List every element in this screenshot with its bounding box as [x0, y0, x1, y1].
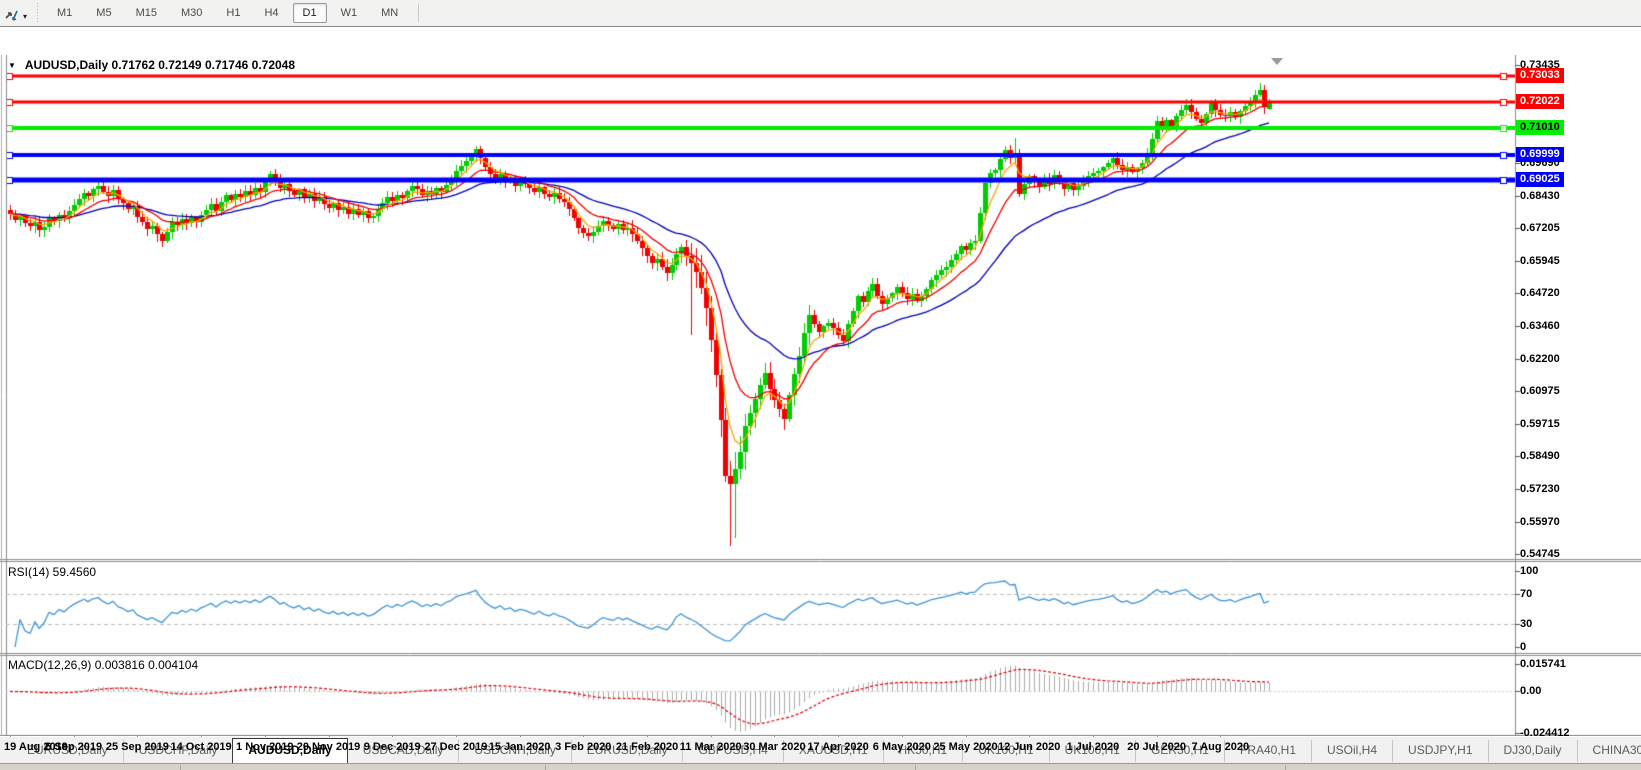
status-divider	[180, 765, 181, 770]
macd-axis-tick: 0.015741	[1520, 658, 1566, 670]
price-line-badge: 0.69025	[1516, 172, 1564, 188]
chart-canvas[interactable]	[0, 55, 1641, 736]
rsi-axis-tick: 100	[1520, 565, 1539, 577]
status-divider	[915, 765, 916, 770]
date-axis-label: 9 Dec 2019	[363, 741, 421, 753]
toolbar-separator	[418, 4, 420, 22]
symbol-tab[interactable]: USDJPY,H1	[1392, 740, 1487, 762]
mt4-window: ▾ M1 M5 M15 M30 H1 H4 D1 W1 MN ▼ AUDUSD,…	[0, 0, 1641, 770]
symbol-tab[interactable]: CHINA300,H1	[1576, 740, 1641, 762]
chevron-down-icon[interactable]: ▾	[23, 12, 27, 21]
price-axis-tick: 0.59715	[1520, 417, 1560, 430]
date-axis-label: 20 Nov 2019	[296, 741, 361, 753]
date-axis-label: 25 Sep 2019	[105, 741, 169, 753]
price-axis-tick: 0.68430	[1520, 189, 1560, 202]
status-divider	[1285, 765, 1286, 770]
date-axis-label: 6 Sep 2019	[45, 741, 103, 753]
price-axis-tick: 0.64720	[1520, 286, 1560, 299]
timeframe-button-m30[interactable]: M30	[171, 3, 212, 23]
date-axis-label: 20 Jul 2020	[1127, 741, 1186, 753]
price-axis-tick: 0.67205	[1520, 221, 1560, 234]
macd-label: MACD(12,26,9) 0.003816 0.004104	[8, 658, 199, 672]
timeframe-button-h4[interactable]: H4	[254, 3, 288, 23]
price-axis-tick: 0.60975	[1520, 384, 1560, 397]
price-line-badge: 0.71010	[1516, 120, 1564, 136]
date-axis-label: 27 Dec 2019	[424, 741, 488, 753]
date-axis-label: 21 Feb 2020	[615, 741, 679, 753]
date-axis-label: 14 Oct 2019	[170, 741, 232, 753]
status-bar	[0, 763, 1641, 770]
price-axis-tick: 0.62200	[1520, 352, 1560, 365]
rsi-axis-tick: 70	[1520, 587, 1533, 600]
price-axis-tick: 0.63460	[1520, 319, 1560, 332]
symbol-tab[interactable]: DJ30,Daily	[1487, 740, 1577, 762]
timeframe-button-d1[interactable]: D1	[292, 3, 327, 23]
price-line-badge: 0.72022	[1516, 93, 1564, 109]
timeframe-button-m15[interactable]: M15	[126, 3, 167, 23]
price-axis-tick: 0.55970	[1520, 515, 1560, 528]
chart-shift-marker-icon[interactable]	[1271, 58, 1283, 65]
date-axis-label: 7 Aug 2020	[1191, 741, 1250, 753]
collapse-icon[interactable]: ▼	[8, 61, 16, 70]
chart-title: ▼ AUDUSD,Daily 0.71762 0.72149 0.71746 0…	[8, 58, 295, 72]
timeframe-button-w1[interactable]: W1	[331, 3, 368, 23]
timeframe-toolbar: ▾ M1 M5 M15 M30 H1 H4 D1 W1 MN	[0, 0, 1641, 26]
date-axis-label: 30 Mar 2020	[743, 741, 806, 753]
timeframe-button-h1[interactable]: H1	[216, 3, 250, 23]
rsi-axis-tick: 30	[1520, 618, 1533, 631]
timeframe-button-m1[interactable]: M1	[47, 3, 82, 23]
date-axis-label: 6 May 2020	[872, 741, 931, 753]
chart-title-ohlc: 0.71762 0.72149 0.71746 0.72048	[111, 58, 296, 72]
price-line-badge: 0.69999	[1516, 146, 1564, 162]
status-divider	[545, 765, 546, 770]
date-axis-label: 15 Jan 2020	[488, 741, 551, 753]
price-axis-tick: 0.65945	[1520, 254, 1560, 267]
date-axis-label: 12 Jun 2020	[998, 741, 1061, 753]
price-axis-tick: 0.54745	[1520, 547, 1560, 560]
date-axis-label: 17 Apr 2020	[807, 741, 869, 753]
macd-axis-tick: 0.00	[1520, 685, 1542, 698]
chart-tools-icon[interactable]	[2, 2, 22, 24]
date-axis-label: 11 Mar 2020	[679, 741, 742, 753]
rsi-axis-tick: 0	[1520, 641, 1527, 653]
timeframe-button-mn[interactable]: MN	[371, 3, 408, 23]
toolbar-grip[interactable]	[35, 3, 40, 23]
chart-window: ▼ AUDUSD,Daily 0.71762 0.72149 0.71746 0…	[0, 26, 1641, 770]
chart-title-symbol: AUDUSD,Daily	[24, 58, 109, 72]
symbol-tab[interactable]: USOil,H4	[1311, 740, 1392, 762]
date-axis-label: 25 May 2020	[933, 741, 998, 753]
rsi-label: RSI(14) 59.4560	[8, 565, 97, 579]
price-axis-tick: 0.57230	[1520, 482, 1560, 495]
price-axis-tick: 0.58490	[1520, 449, 1560, 462]
price-line-badge: 0.73033	[1516, 67, 1564, 83]
macd-axis-tick: -0.024412	[1520, 727, 1570, 739]
date-axis-label: 1 Jul 2020	[1066, 741, 1120, 753]
date-axis-label: 1 Nov 2019	[236, 741, 294, 753]
date-axis-label: 3 Feb 2020	[555, 741, 612, 753]
timeframe-button-m5[interactable]: M5	[86, 3, 121, 23]
